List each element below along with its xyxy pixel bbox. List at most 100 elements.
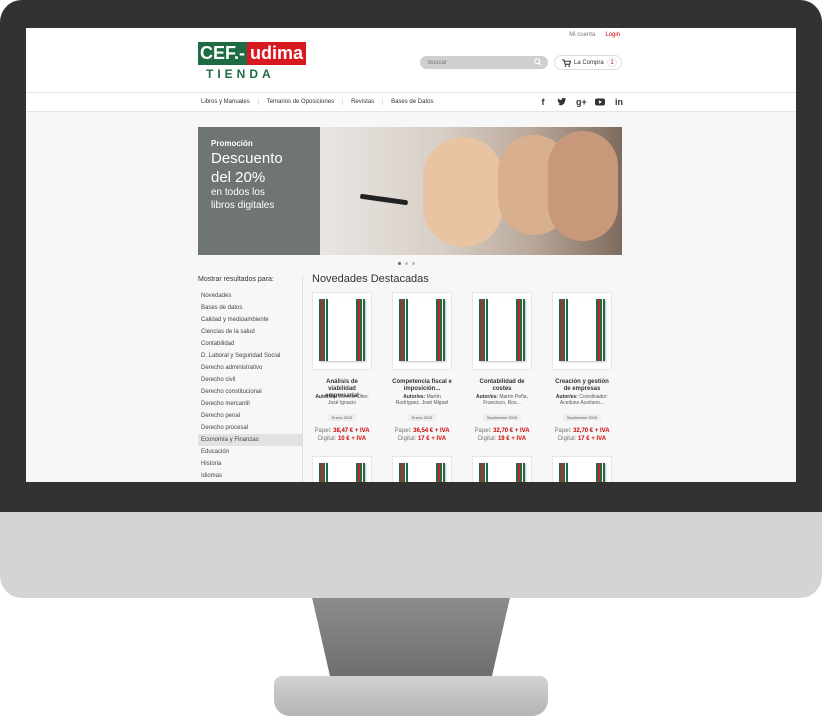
banner-sub-1: en todos los	[211, 187, 265, 198]
product-cover[interactable]	[472, 456, 532, 482]
banner-headline-2: del 20%	[211, 169, 266, 186]
product-title[interactable]: Competencia fiscal e imposición...	[392, 379, 452, 393]
sidebar-category[interactable]: Idiomas	[198, 470, 303, 482]
product-card[interactable]	[472, 456, 532, 482]
linkedin-icon[interactable]: in	[614, 97, 624, 107]
carousel-dots	[398, 262, 415, 265]
search-input[interactable]	[428, 58, 528, 67]
sidebar-category[interactable]: Calidad y medioambiente	[198, 314, 303, 326]
search-icon[interactable]	[534, 58, 542, 66]
product-date: Septiembre 2015	[482, 414, 522, 421]
sidebar-category[interactable]: Historia	[198, 458, 303, 470]
website-screen: Mi cuenta Login CEF.- udima TIENDA Busca…	[26, 28, 796, 482]
google-plus-icon[interactable]: g+	[576, 97, 587, 107]
carousel-dot[interactable]	[412, 262, 415, 265]
product-grid: Análisis de viabilidad empresarial Autor/…	[312, 292, 622, 443]
product-cover[interactable]	[312, 292, 372, 370]
product-cover[interactable]	[392, 292, 452, 370]
monitor-frame: Mi cuenta Login CEF.- udima TIENDA Busca…	[0, 0, 822, 717]
sidebar-heading: Mostrar resultados para:	[198, 276, 274, 283]
cart-count-badge: 1	[607, 58, 617, 67]
banner-sub-2: libros digitales	[211, 200, 275, 211]
product-cover[interactable]	[552, 292, 612, 370]
product-author: Autor/es: Coordinador: Aceituno Aceituno…	[555, 394, 609, 406]
product-title[interactable]: Creación y gestión de empresas	[552, 379, 612, 393]
store-logo[interactable]: CEF.- udima TIENDA	[198, 42, 316, 81]
paper-price: Papel: 36,54 € + IVA	[394, 428, 450, 434]
product-author: Autor/es: Martín Peña, Francisco, Ros...	[476, 394, 528, 406]
sidebar-category[interactable]: D. Laboral y Seguridad Social	[198, 350, 303, 362]
product-card[interactable]: Contabilidad de costes Autor/es: Martín P…	[472, 292, 532, 443]
sidebar-category[interactable]: Economía y Finanzas	[198, 434, 303, 446]
twitter-icon[interactable]	[557, 97, 567, 107]
product-title[interactable]: Contabilidad de costes	[472, 379, 532, 393]
sidebar-category[interactable]: Derecho administrativo	[198, 362, 303, 374]
nav-item-revistas[interactable]: Revistas	[343, 99, 384, 105]
product-author: Autor/es: Martín Rodríguez, José Miguel	[395, 394, 449, 406]
product-date: Enero 2015	[327, 414, 357, 421]
product-card[interactable]	[552, 456, 612, 482]
sidebar-category[interactable]: Educación	[198, 446, 303, 458]
product-card[interactable]: Competencia fiscal e imposición... Autor/…	[392, 292, 452, 443]
sidebar-category[interactable]: Derecho mercantil	[198, 398, 303, 410]
product-card[interactable]: Análisis de viabilidad empresarial Autor/…	[312, 292, 372, 443]
sidebar-category[interactable]: Derecho penal	[198, 410, 303, 422]
product-title[interactable]: Análisis de viabilidad empresarial	[312, 379, 372, 399]
digital-price: Digital: 17 € + IVA	[557, 436, 607, 442]
youtube-icon[interactable]	[595, 97, 605, 107]
product-card[interactable]	[392, 456, 452, 482]
banner-headline-1: Descuento	[211, 150, 283, 167]
login-link[interactable]: Login	[605, 32, 620, 38]
sidebar-category[interactable]: Derecho constitucional	[198, 386, 303, 398]
banner-person-3	[548, 131, 618, 241]
section-title: Novedades Destacadas	[312, 273, 429, 285]
carousel-dot[interactable]	[405, 262, 408, 265]
product-card[interactable]: Creación y gestión de empresas Autor/es: …	[552, 292, 612, 443]
digital-price: Digital: 10 € + IVA	[317, 436, 367, 442]
sidebar-category[interactable]: Derecho civil	[198, 374, 303, 386]
paper-price: Papel: 32,70 € + IVA	[554, 428, 610, 434]
product-cover[interactable]	[392, 456, 452, 482]
social-links: f g+ in	[538, 97, 624, 107]
banner-label: Promoción	[211, 139, 253, 148]
paper-price: Papel: 32,70 € + IVA	[474, 428, 530, 434]
paper-price: Papel: 38,47 € + IVA	[314, 428, 370, 434]
cart-icon	[562, 58, 571, 67]
digital-price: Digital: 19 € + IVA	[477, 436, 527, 442]
product-cover[interactable]	[472, 292, 532, 370]
product-cover[interactable]	[552, 456, 612, 482]
nav-item-temarios[interactable]: Temarios de Oposiciones	[259, 99, 344, 105]
main-content: Novedades Destacadas Análisis de viabili…	[312, 273, 622, 482]
product-author: Autor/es: Lorente Olier, José Ignacio	[315, 394, 369, 406]
cart-button[interactable]: La Compra 1	[554, 55, 622, 70]
nav-item-libros[interactable]: Libros y Manuales	[201, 99, 259, 105]
logo-cef-text: CEF.-	[198, 42, 247, 65]
product-grid-row-2	[312, 456, 612, 482]
product-cover[interactable]	[312, 456, 372, 482]
monitor-chin	[0, 512, 822, 598]
category-sidebar: Mostrar resultados para: Novedades Bases …	[198, 276, 303, 482]
sidebar-category[interactable]: Bases de datos	[198, 302, 303, 314]
promo-banner[interactable]: Promoción Descuento del 20% en todos los…	[198, 127, 622, 255]
carousel-dot[interactable]	[398, 262, 401, 265]
digital-price: Digital: 17 € + IVA	[397, 436, 447, 442]
top-header: Mi cuenta Login CEF.- udima TIENDA Busca…	[26, 28, 796, 92]
sidebar-divider	[302, 276, 303, 482]
account-links: Mi cuenta Login	[569, 32, 620, 38]
nav-item-bases-datos[interactable]: Bases de Datos	[383, 99, 441, 105]
search-box	[420, 56, 548, 69]
my-account-link[interactable]: Mi cuenta	[569, 32, 595, 38]
product-card[interactable]	[312, 456, 372, 482]
monitor-stand-neck	[312, 598, 510, 688]
sidebar-category[interactable]: Ciencias de la salud	[198, 326, 303, 338]
sidebar-category[interactable]: Derecho procesal	[198, 422, 303, 434]
banner-text: Promoción Descuento del 20% en todos los…	[211, 139, 283, 212]
logo-udima-text: udima	[247, 42, 307, 65]
facebook-icon[interactable]: f	[538, 97, 548, 107]
product-date: Enero 2015	[407, 414, 437, 421]
sidebar-category[interactable]: Contabilidad	[198, 338, 303, 350]
sidebar-category[interactable]: Novedades	[198, 290, 303, 302]
main-navigation: Libros y Manuales Temarios de Oposicione…	[26, 92, 796, 112]
product-date: Septiembre 2015	[562, 414, 602, 421]
logo-tienda-text: TIENDA	[206, 67, 275, 81]
